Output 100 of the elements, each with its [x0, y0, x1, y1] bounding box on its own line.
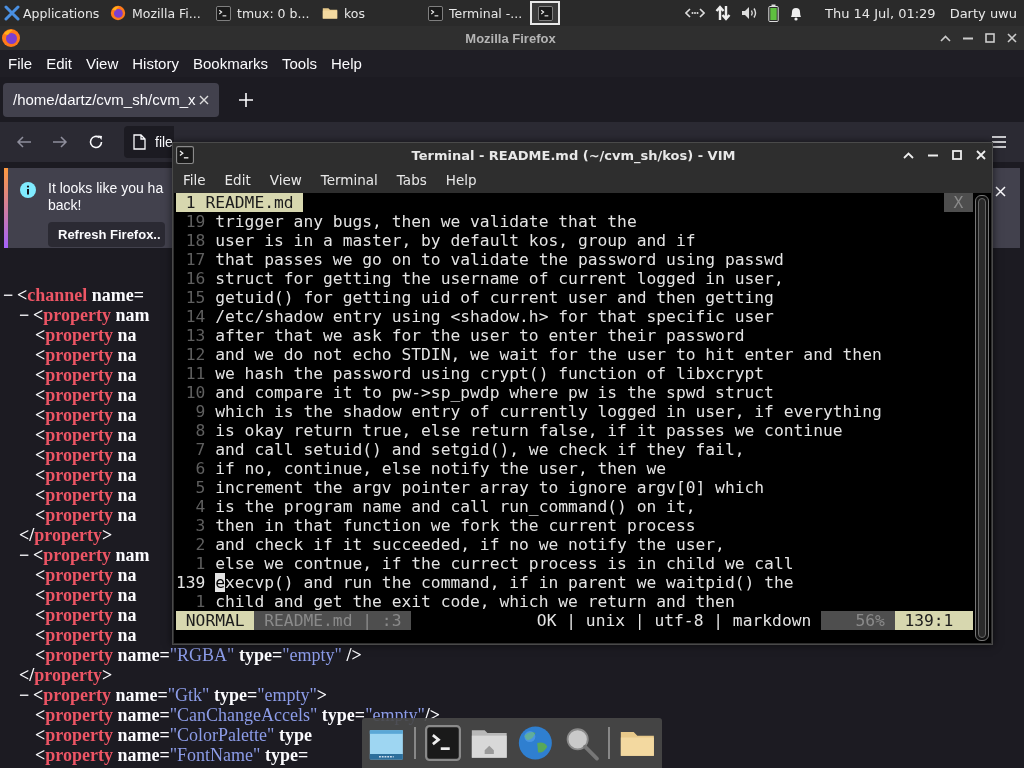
line-number: 9 — [194, 402, 206, 421]
code-line: that passes we go on to validate the password using passwd — [215, 250, 784, 269]
line-number: 10 — [184, 383, 206, 402]
info-icon — [20, 182, 36, 198]
menu-item[interactable]: History — [132, 55, 179, 72]
xml-line: − <channel name= — [3, 285, 145, 305]
user-name[interactable]: Darty uwu — [949, 5, 1017, 21]
page-icon — [133, 134, 146, 150]
file-segment: README.md | :3 — [254, 611, 412, 630]
line-number: 15 — [184, 288, 206, 307]
minimize-icon[interactable] — [963, 36, 973, 40]
code-line: child and get the exit code, which we return and then — [215, 592, 735, 611]
text-cursor: e — [215, 573, 225, 592]
new-tab-icon[interactable] — [239, 92, 253, 107]
terminal-icon — [216, 5, 231, 21]
network-icon — [685, 7, 705, 19]
back-icon[interactable] — [16, 135, 32, 149]
xml-line: <property na — [35, 385, 137, 405]
applications-menu[interactable]: Applications — [0, 0, 106, 26]
menu-item[interactable]: View — [269, 172, 302, 188]
taskbar-button[interactable]: Mozilla Fi... — [106, 1, 210, 25]
xml-line: <property na — [35, 365, 137, 385]
code-line: increment the argv pointer array to ignore argv[0] which — [215, 478, 765, 497]
scrollbar[interactable] — [975, 195, 989, 641]
xml-line: <property na — [35, 585, 137, 605]
line-number: 7 — [194, 440, 206, 459]
code-line: user is in a master, by default kos, group and if — [215, 231, 696, 250]
xml-line: <property name="CanChangeAccels" type="empty"/> — [35, 705, 441, 725]
minimize-icon[interactable] — [928, 153, 938, 157]
code-line: getuid() for getting uid of current user and then getting — [215, 288, 774, 307]
taskbar-button[interactable]: tmux: 0 b... — [212, 1, 316, 25]
line-number: 13 — [184, 326, 206, 345]
line-number: 5 — [194, 478, 206, 497]
code-line: after that we ask for the user to enter their password — [215, 326, 745, 345]
line-number: 19 — [184, 212, 206, 231]
menu-item[interactable]: File — [8, 55, 33, 72]
line-number: 8 — [194, 421, 206, 440]
close-icon[interactable] — [1007, 33, 1017, 43]
line-number: 18 — [184, 231, 206, 250]
browser-tab[interactable]: /home/dartz/cvm_sh/cvm_x — [3, 82, 219, 117]
xml-line: <property na — [35, 465, 137, 485]
line-number: 6 — [194, 459, 206, 478]
caret-up-icon[interactable] — [940, 34, 951, 42]
taskbar-button[interactable] — [530, 1, 560, 25]
xml-line: <property name="RGBA" type="empty" /> — [35, 645, 362, 665]
menu-item[interactable]: Terminal — [320, 172, 378, 188]
close-icon[interactable] — [199, 94, 209, 105]
folder-icon — [322, 5, 338, 21]
menu-item[interactable]: View — [86, 55, 119, 72]
menu-item[interactable]: File — [183, 172, 206, 188]
forward-icon[interactable] — [52, 135, 68, 149]
volume-icon — [741, 6, 758, 20]
code-line: and compare it to pw->sp_pwdp where pw is the spwd struct — [215, 383, 774, 402]
maximize-icon[interactable] — [985, 33, 995, 43]
xml-line: <property na — [35, 445, 137, 465]
xml-line: <property na — [35, 425, 137, 445]
reload-icon[interactable] — [88, 134, 104, 150]
menu-item[interactable]: Tabs — [396, 172, 427, 188]
line-number: 139 — [176, 573, 206, 592]
menu-item[interactable]: Help — [445, 172, 477, 188]
code-line: which is the shadow entry of currently logged in user, if everything — [215, 402, 882, 421]
terminal-icon — [176, 146, 194, 164]
menu-item[interactable]: Edit — [224, 172, 251, 188]
code-line: is the program name and call run_command() on it, — [215, 497, 696, 516]
xml-line: </property> — [19, 665, 113, 685]
terminal-icon — [537, 5, 553, 21]
menu-item[interactable]: Tools — [282, 55, 317, 72]
line-number: 12 — [184, 345, 206, 364]
xml-line: <property na — [35, 565, 137, 585]
xml-line: <property na — [35, 485, 137, 505]
xml-line: − <property nam — [19, 545, 150, 565]
menu-item[interactable]: Edit — [46, 55, 73, 72]
xml-line: <property na — [35, 625, 137, 645]
browser-logo-icon — [110, 5, 126, 21]
code-line: is okay return true, else return false, if it passes we continue — [215, 421, 843, 440]
refresh-button[interactable]: Refresh Firefox.. — [48, 222, 165, 247]
taskbar-button[interactable]: kos — [318, 1, 422, 25]
line-number: 1 — [194, 554, 206, 573]
xml-line: <property na — [35, 405, 137, 425]
window-title: Terminal - README.md (~/cvm_sh/kos) - VIM — [410, 147, 737, 163]
url-field[interactable]: file — [124, 126, 174, 158]
notification-text: It looks like you ha back! — [48, 180, 165, 214]
xml-line: <property na — [35, 345, 137, 365]
cursor-position: 139:1 — [894, 611, 973, 630]
clock[interactable]: Thu 14 Jul, 01:29 — [825, 5, 936, 21]
taskbar-button[interactable]: Terminal -... — [424, 1, 528, 25]
code-line: struct for getting the username of current logged in user, — [215, 269, 784, 288]
code-line: and check if it succeeded, if no we notify the user, — [215, 535, 725, 554]
line-number: 17 — [184, 250, 206, 269]
menu-item[interactable]: Help — [331, 55, 362, 72]
vim-tab[interactable]: 1 README.md — [176, 193, 304, 212]
code-line: execvp() and run the command, if in parent we waitpid() the — [215, 573, 794, 592]
line-number: 16 — [184, 269, 206, 288]
browser-logo-icon — [1, 28, 21, 48]
menu-icon[interactable] — [992, 136, 1006, 148]
cross-logo-icon — [4, 5, 20, 21]
code-line: and call setuid() and setgid(), we check if they fail, — [215, 440, 745, 459]
terminal-icon — [428, 5, 443, 21]
line-number: 14 — [184, 307, 206, 326]
menu-item[interactable]: Bookmarks — [192, 55, 268, 72]
